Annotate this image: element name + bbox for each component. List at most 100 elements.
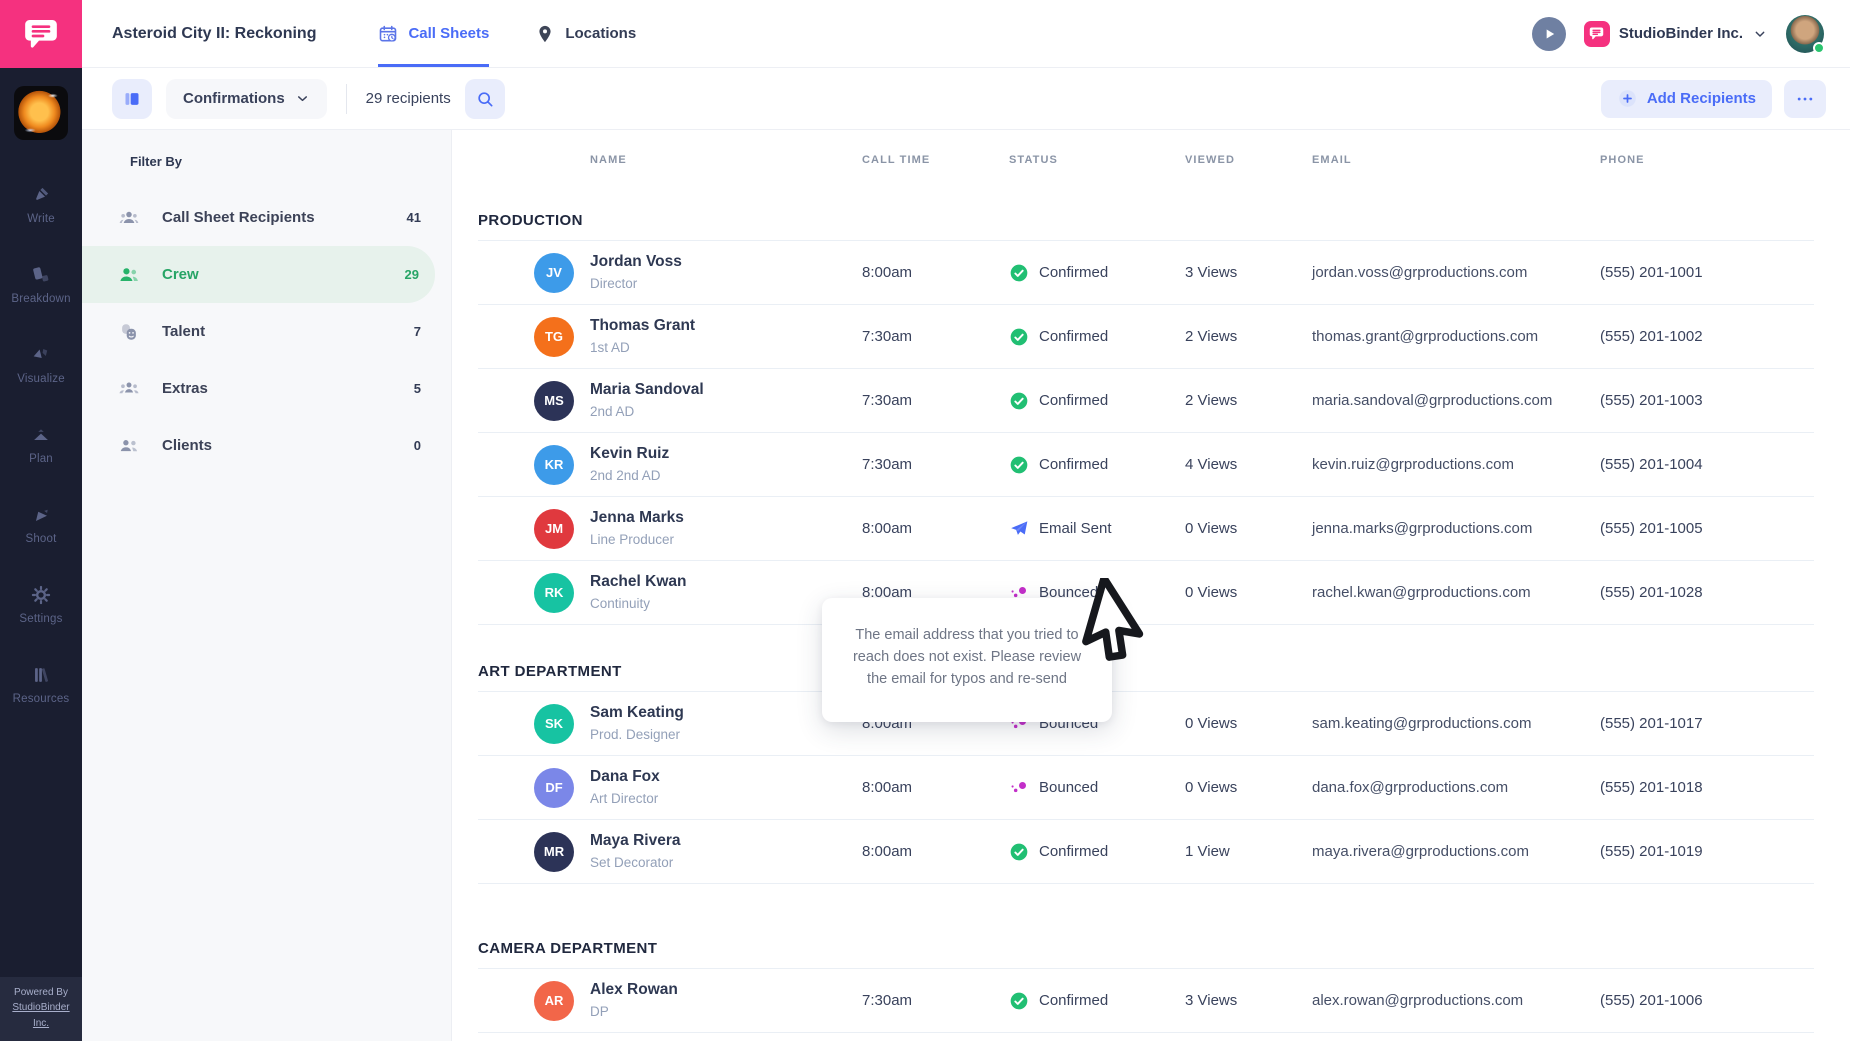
filter-item-count: 0: [414, 438, 421, 453]
confirmations-dropdown[interactable]: Confirmations: [166, 79, 327, 119]
powered-by-org-link[interactable]: StudioBinder Inc.: [4, 1000, 78, 1031]
main-column: Asteroid City II: Reckoning Call Sheets …: [82, 0, 1850, 1041]
play-button[interactable]: [1532, 17, 1566, 51]
org-switcher[interactable]: StudioBinder Inc.: [1584, 21, 1768, 47]
check-circle-icon: [1009, 391, 1029, 411]
email-cell: jordan.voss@grproductions.com: [1312, 264, 1600, 281]
table-row[interactable]: ARAlex RowanDP7:30amConfirmed3 Viewsalex…: [478, 969, 1814, 1033]
online-status-dot: [1813, 42, 1825, 54]
search-button[interactable]: [465, 79, 505, 119]
rail-item-write[interactable]: Write: [11, 184, 70, 225]
status-cell[interactable]: Confirmed: [1009, 263, 1185, 283]
table-row[interactable]: JVJordan VossDirector8:00amConfirmed3 Vi…: [478, 241, 1814, 305]
call-time-cell: 7:30am: [862, 456, 1009, 473]
filter-item-crew[interactable]: Crew29: [82, 246, 435, 303]
user-avatar[interactable]: [1786, 15, 1824, 53]
more-options-button[interactable]: [1784, 80, 1826, 118]
name-cell: MSMaria Sandoval2nd AD: [478, 380, 862, 421]
status-label: Confirmed: [1039, 264, 1108, 281]
status-cell[interactable]: Confirmed: [1009, 391, 1185, 411]
status-cell[interactable]: Confirmed: [1009, 455, 1185, 475]
top-bar-right: StudioBinder Inc.: [1532, 15, 1824, 53]
viewed-cell: 0 Views: [1185, 520, 1312, 537]
speech-bubble-icon: [21, 14, 61, 54]
status-cell[interactable]: Confirmed: [1009, 327, 1185, 347]
filter-item-count: 29: [405, 267, 419, 282]
name-block: Kevin Ruiz2nd 2nd AD: [590, 444, 669, 485]
viewed-cell: 3 Views: [1185, 992, 1312, 1009]
powered-by[interactable]: Powered By StudioBinder Inc.: [0, 977, 82, 1041]
filter-item-count: 41: [407, 210, 421, 225]
rail-item-shoot[interactable]: Shoot: [11, 504, 70, 545]
table-row[interactable]: TGThomas Grant1st AD7:30amConfirmed2 Vie…: [478, 305, 1814, 369]
breakdown-icon: [30, 264, 52, 286]
column-header-viewed: VIEWED: [1185, 154, 1312, 166]
recipient-role: 2nd 2nd AD: [590, 467, 669, 485]
table-row[interactable]: KRKevin Ruiz2nd 2nd AD7:30amConfirmed4 V…: [478, 433, 1814, 497]
filter-item-extras[interactable]: Extras5: [82, 360, 451, 417]
avatar: JV: [534, 253, 574, 293]
table-row[interactable]: SKSam KeatingProd. Designer8:00amBounced…: [478, 692, 1814, 756]
rail-item-breakdown[interactable]: Breakdown: [11, 264, 70, 305]
tab-call-sheets[interactable]: Call Sheets: [378, 0, 489, 67]
tab-locations[interactable]: Locations: [535, 0, 636, 67]
phone-cell: (555) 201-1028: [1600, 584, 1814, 601]
filter-item-call-sheet-recipients[interactable]: Call Sheet Recipients 41: [82, 189, 451, 246]
status-cell[interactable]: Confirmed: [1009, 842, 1185, 862]
call-time-cell: 7:30am: [862, 328, 1009, 345]
viewed-cell: 2 Views: [1185, 392, 1312, 409]
table-section-camera-department: CAMERA DEPARTMENTARAlex RowanDP7:30amCon…: [478, 928, 1814, 1033]
recipient-name: Jenna Marks: [590, 508, 684, 528]
recipient-name: Dana Fox: [590, 767, 660, 787]
chevron-down-icon: [295, 91, 310, 106]
table-row[interactable]: DFDana FoxArt Director8:00amBounced0 Vie…: [478, 756, 1814, 820]
rail-item-resources[interactable]: Resources: [11, 664, 70, 705]
pin-icon: [535, 24, 555, 44]
table-row[interactable]: MSMaria Sandoval2nd AD7:30am Confirmed 2 V…: [478, 369, 1814, 433]
view-switcher-button[interactable]: [112, 79, 152, 119]
recipient-role: 2nd AD: [590, 403, 704, 421]
status-cell[interactable]: Bounced: [1009, 778, 1185, 798]
avatar: RK: [534, 573, 574, 613]
toolbar-right: Add Recipients: [1601, 80, 1826, 118]
filter-panel: Filter By Call Sheet Recipients41Crew29T…: [82, 130, 452, 1041]
crew-icon: [118, 264, 140, 286]
project-thumbnail[interactable]: [14, 86, 68, 140]
phone-cell: (555) 201-1017: [1600, 715, 1814, 732]
filter-item-clients[interactable]: Clients0: [82, 417, 451, 474]
add-recipients-button[interactable]: Add Recipients: [1601, 80, 1772, 118]
name-cell: DFDana FoxArt Director: [478, 767, 862, 808]
table-row[interactable]: MRMaya RiveraSet Decorator8:00amConfirme…: [478, 820, 1814, 884]
recipients-table: NAME CALL TIME STATUS VIEWED EMAIL PHONE…: [452, 130, 1850, 1041]
phone-cell: (555) 201-1019: [1600, 843, 1814, 860]
viewed-cell: 0 Views: [1185, 715, 1312, 732]
email-cell: jenna.marks@grproductions.com: [1312, 520, 1600, 537]
table-header: NAME CALL TIME STATUS VIEWED EMAIL PHONE: [478, 130, 1814, 192]
rail-item-plan[interactable]: Plan: [11, 424, 70, 465]
status-cell[interactable]: Confirmed: [1009, 991, 1185, 1011]
check-circle-icon: [1009, 455, 1029, 475]
filter-item-label: Talent: [162, 323, 205, 340]
studiobinder-logo[interactable]: [0, 0, 82, 68]
call-time-cell: 7:30am: [862, 392, 1009, 409]
rail-item-visualize[interactable]: Visualize: [11, 344, 70, 385]
cursor-pointer: [1072, 578, 1156, 672]
name-block: Sam KeatingProd. Designer: [590, 703, 684, 744]
board-view-icon: [122, 89, 142, 109]
bounce-dots-icon: [1009, 778, 1029, 798]
content: Filter By Call Sheet Recipients41Crew29T…: [82, 130, 1850, 1041]
status-label: Confirmed: [1039, 392, 1108, 409]
filter-item-talent[interactable]: Talent7: [82, 303, 451, 360]
status-label: Confirmed: [1039, 456, 1108, 473]
recipient-name: Rachel Kwan: [590, 572, 686, 592]
recipient-name: Jordan Voss: [590, 252, 682, 272]
filter-item-label: Call Sheet Recipients: [162, 209, 315, 226]
org-logo-icon: [1584, 21, 1610, 47]
rail-item-settings[interactable]: Settings: [11, 584, 70, 625]
status-cell[interactable]: Email Sent: [1009, 519, 1185, 539]
calendar-icon: [378, 24, 398, 44]
avatar: SK: [534, 704, 574, 744]
table-section-art-department: ART DEPARTMENTSKSam KeatingProd. Designe…: [478, 651, 1814, 884]
library-icon: [30, 664, 52, 686]
table-row[interactable]: JMJenna MarksLine Producer8:00amEmail Se…: [478, 497, 1814, 561]
